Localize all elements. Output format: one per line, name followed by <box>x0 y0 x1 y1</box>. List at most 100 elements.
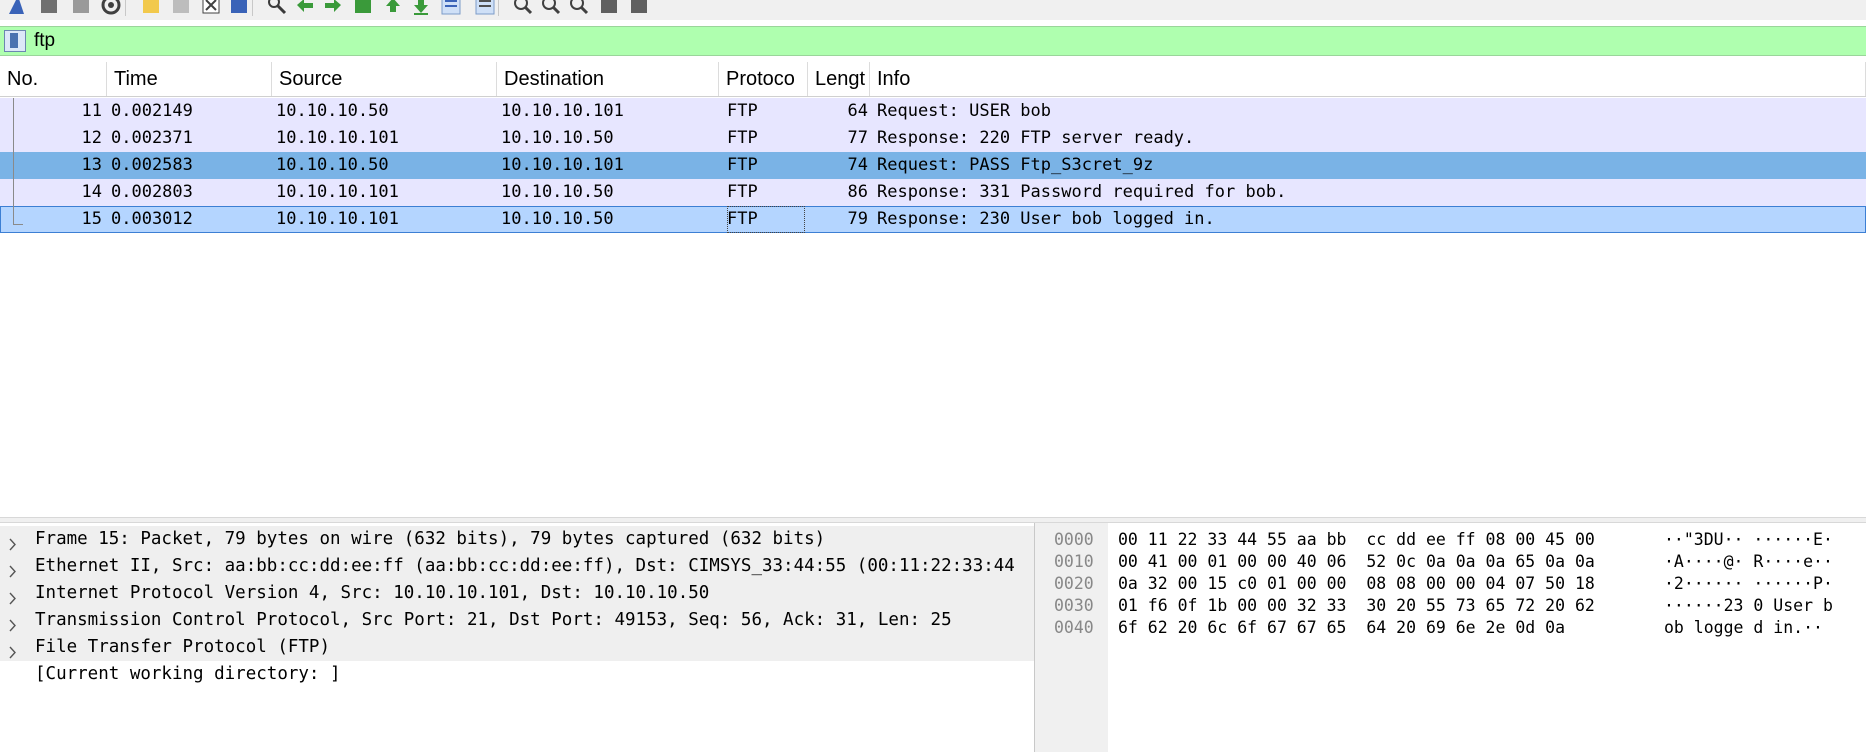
column-header[interactable]: Time <box>107 62 272 96</box>
packet-bytes-pane: 0000 00 11 22 33 44 55 aa bb cc dd ee ff … <box>1044 523 1866 752</box>
packet-row[interactable]: 12 0.002371 10.10.10.101 10.10.10.50 FTP 77 Re… <box>0 125 1866 152</box>
detail-item-label: Transmission Control Protocol, Src Port:… <box>35 610 952 630</box>
go-back-icon[interactable] <box>294 0 316 16</box>
bytes-ascii[interactable]: ·A····@· R····e·· <box>1664 551 1833 573</box>
packet-cell-protocol: FTP <box>727 206 805 233</box>
packet-cell-length: 79 <box>847 209 868 229</box>
bytes-hex[interactable]: 0a 32 00 15 c0 01 00 00 08 08 00 00 04 0… <box>1118 573 1595 595</box>
column-header[interactable]: Protoco <box>719 62 808 96</box>
packet-cell-time: 0.002803 <box>111 182 193 202</box>
packet-row[interactable]: 11 0.002149 10.10.10.50 10.10.10.101 FTP 64 Re… <box>0 98 1866 125</box>
bookmark-icon <box>10 33 18 48</box>
main-toolbar <box>0 0 1866 20</box>
packet-cell-protocol: FTP <box>727 182 758 202</box>
toolbar-separator <box>125 0 126 16</box>
packet-cell-destination: 10.10.10.101 <box>501 155 624 175</box>
packet-cell-no: 15 <box>81 209 102 229</box>
resize-columns-icon[interactable] <box>598 0 620 16</box>
bytes-ascii[interactable]: ··"3DU·· ······E· <box>1664 529 1833 551</box>
detail-tree-item[interactable]: Transmission Control Protocol, Src Port:… <box>0 607 1034 634</box>
layout-icon[interactable] <box>628 0 650 16</box>
packet-cell-info: Response: 230 User bob logged in. <box>877 209 1215 229</box>
bytes-hex[interactable]: 00 11 22 33 44 55 aa bb cc dd ee ff 08 0… <box>1118 529 1595 551</box>
packet-cell-time: 0.003012 <box>111 209 193 229</box>
packet-row[interactable]: 15 0.003012 10.10.10.101 10.10.10.50 FTP 79 Re… <box>0 206 1866 233</box>
chevron-right-icon[interactable] <box>9 533 17 551</box>
packet-list: No. Time Source Destination Protoco Lengt Info… <box>0 62 1866 517</box>
detail-tree-item[interactable]: Ethernet II, Src: aa:bb:cc:dd:ee:ff (aa:… <box>0 553 1034 580</box>
restart-capture-icon[interactable] <box>70 0 92 16</box>
save-file-icon[interactable] <box>170 0 192 16</box>
column-header[interactable]: Info <box>870 62 1866 96</box>
packet-cell-length: 74 <box>847 155 868 175</box>
chevron-right-icon[interactable] <box>9 560 17 578</box>
display-filter-bar: ftp <box>0 26 1866 56</box>
toolbar-separator <box>498 0 499 16</box>
bytes-offset: 0030 <box>1054 596 1094 615</box>
bytes-row: 0020 0a 32 00 15 c0 01 00 00 08 08 00 00 … <box>1044 573 1866 595</box>
packet-cell-protocol: FTP <box>727 155 758 175</box>
zoom-normal-icon[interactable] <box>568 0 590 16</box>
bytes-ascii[interactable]: ·2······ ······P· <box>1664 573 1833 595</box>
packet-cell-length: 77 <box>847 128 868 148</box>
packet-cell-length: 64 <box>847 101 868 121</box>
auto-scroll-icon[interactable] <box>440 0 462 16</box>
column-header[interactable]: Lengt <box>808 62 870 96</box>
bytes-offset: 0000 <box>1054 530 1094 549</box>
shark-fin-start-icon[interactable] <box>6 0 28 16</box>
bytes-hex[interactable]: 01 f6 0f 1b 00 00 32 33 30 20 55 73 65 7… <box>1118 595 1595 617</box>
column-header[interactable]: No. <box>0 62 107 96</box>
packet-row[interactable]: 13 0.002583 10.10.10.50 10.10.10.101 FTP 74 Re… <box>0 152 1866 179</box>
packet-cell-destination: 10.10.10.50 <box>501 209 614 229</box>
packet-cell-no: 13 <box>81 155 102 175</box>
zoom-out-icon[interactable] <box>540 0 562 16</box>
display-filter-input[interactable]: ftp <box>34 30 55 52</box>
chevron-right-icon[interactable] <box>9 587 17 605</box>
bytes-offset: 0040 <box>1054 618 1094 637</box>
detail-tree-item[interactable]: [Current working directory: ] <box>0 661 1034 688</box>
detail-tree-item[interactable]: Frame 15: Packet, 79 bytes on wire (632 … <box>0 526 1034 553</box>
capture-options-icon[interactable] <box>100 0 122 16</box>
close-file-icon[interactable] <box>200 0 222 16</box>
filter-bookmark-button[interactable] <box>4 30 26 52</box>
related-packet-line <box>13 98 14 225</box>
go-first-packet-icon[interactable] <box>382 0 404 16</box>
go-forward-icon[interactable] <box>322 0 344 16</box>
column-header[interactable]: Destination <box>497 62 719 96</box>
toolbar-separator <box>252 0 253 16</box>
bytes-row: 0000 00 11 22 33 44 55 aa bb cc dd ee ff … <box>1044 529 1866 551</box>
detail-item-label: Ethernet II, Src: aa:bb:cc:dd:ee:ff (aa:… <box>35 556 1015 576</box>
chevron-right-icon[interactable] <box>9 641 17 659</box>
column-header[interactable]: Source <box>272 62 497 96</box>
packet-cell-no: 12 <box>81 128 102 148</box>
go-to-packet-icon[interactable] <box>352 0 374 16</box>
vertical-splitter[interactable] <box>1035 523 1044 752</box>
detail-tree-item[interactable]: File Transfer Protocol (FTP) <box>0 634 1034 661</box>
detail-tree-item[interactable]: Internet Protocol Version 4, Src: 10.10.… <box>0 580 1034 607</box>
packet-cell-destination: 10.10.10.50 <box>501 182 614 202</box>
packet-cell-info: Request: USER bob <box>877 101 1051 121</box>
stop-capture-icon[interactable] <box>38 0 60 16</box>
chevron-right-icon[interactable] <box>9 614 17 632</box>
go-last-packet-icon[interactable] <box>410 0 432 16</box>
packet-row[interactable]: 14 0.002803 10.10.10.101 10.10.10.50 FTP 86 Re… <box>0 179 1866 206</box>
find-packet-icon[interactable] <box>266 0 288 16</box>
bytes-offset: 0020 <box>1054 574 1094 593</box>
bytes-row: 0010 00 41 00 01 00 00 40 06 52 0c 0a 0a … <box>1044 551 1866 573</box>
zoom-in-icon[interactable] <box>512 0 534 16</box>
packet-cell-source: 10.10.10.50 <box>276 101 389 121</box>
bytes-hex[interactable]: 6f 62 20 6c 6f 67 67 65 64 20 69 6e 2e 0… <box>1118 617 1565 639</box>
packet-cell-no: 14 <box>81 182 102 202</box>
bytes-ascii[interactable]: ob logge d in.·· <box>1664 617 1823 639</box>
open-file-icon[interactable] <box>140 0 162 16</box>
bytes-row: 0040 6f 62 20 6c 6f 67 67 65 64 20 69 6e … <box>1044 617 1866 639</box>
detail-item-label: Frame 15: Packet, 79 bytes on wire (632 … <box>35 529 826 549</box>
bytes-hex[interactable]: 00 41 00 01 00 00 40 06 52 0c 0a 0a 0a 6… <box>1118 551 1595 573</box>
packet-cell-time: 0.002583 <box>111 155 193 175</box>
colorize-icon[interactable] <box>474 0 496 16</box>
reload-file-icon[interactable] <box>228 0 250 16</box>
bytes-offset: 0010 <box>1054 552 1094 571</box>
packet-cell-source: 10.10.10.50 <box>276 155 389 175</box>
packet-cell-info: Response: 331 Password required for bob. <box>877 182 1287 202</box>
bytes-ascii[interactable]: ······23 0 User b <box>1664 595 1833 617</box>
